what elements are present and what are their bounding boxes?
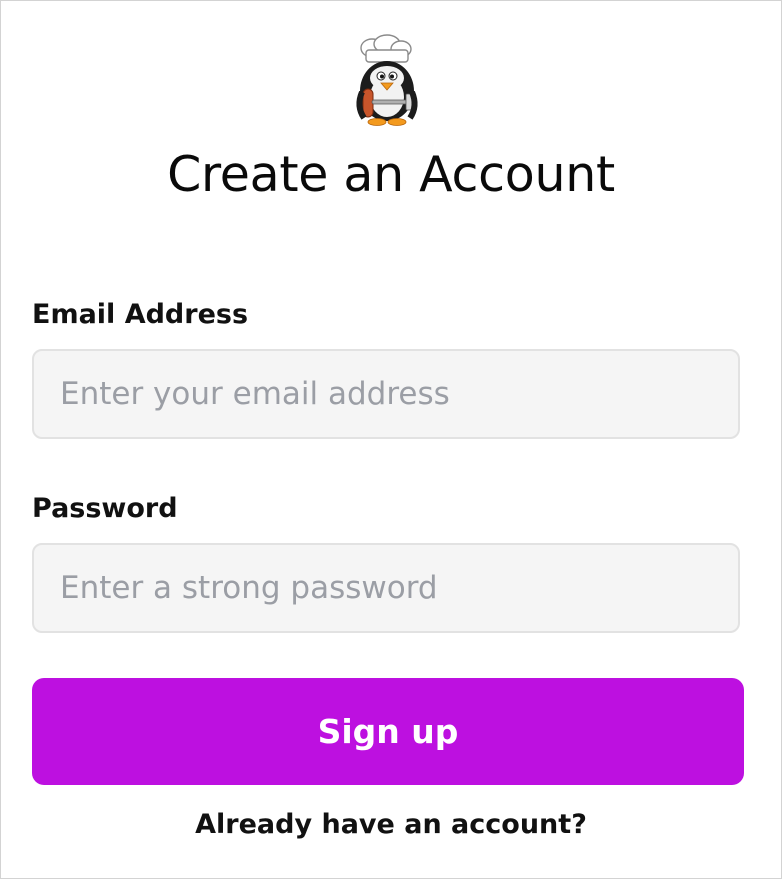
- signup-card: Create an Account Email Address Password…: [0, 0, 782, 879]
- password-field[interactable]: [32, 543, 740, 633]
- email-label: Email Address: [32, 299, 249, 330]
- password-label: Password: [32, 493, 178, 524]
- login-link[interactable]: Already have an account?: [1, 809, 781, 840]
- page-title: Create an Account: [167, 146, 615, 203]
- sign-up-button[interactable]: Sign up: [32, 678, 744, 785]
- penguin-chef-logo-icon: [350, 34, 424, 126]
- email-field[interactable]: [32, 349, 740, 439]
